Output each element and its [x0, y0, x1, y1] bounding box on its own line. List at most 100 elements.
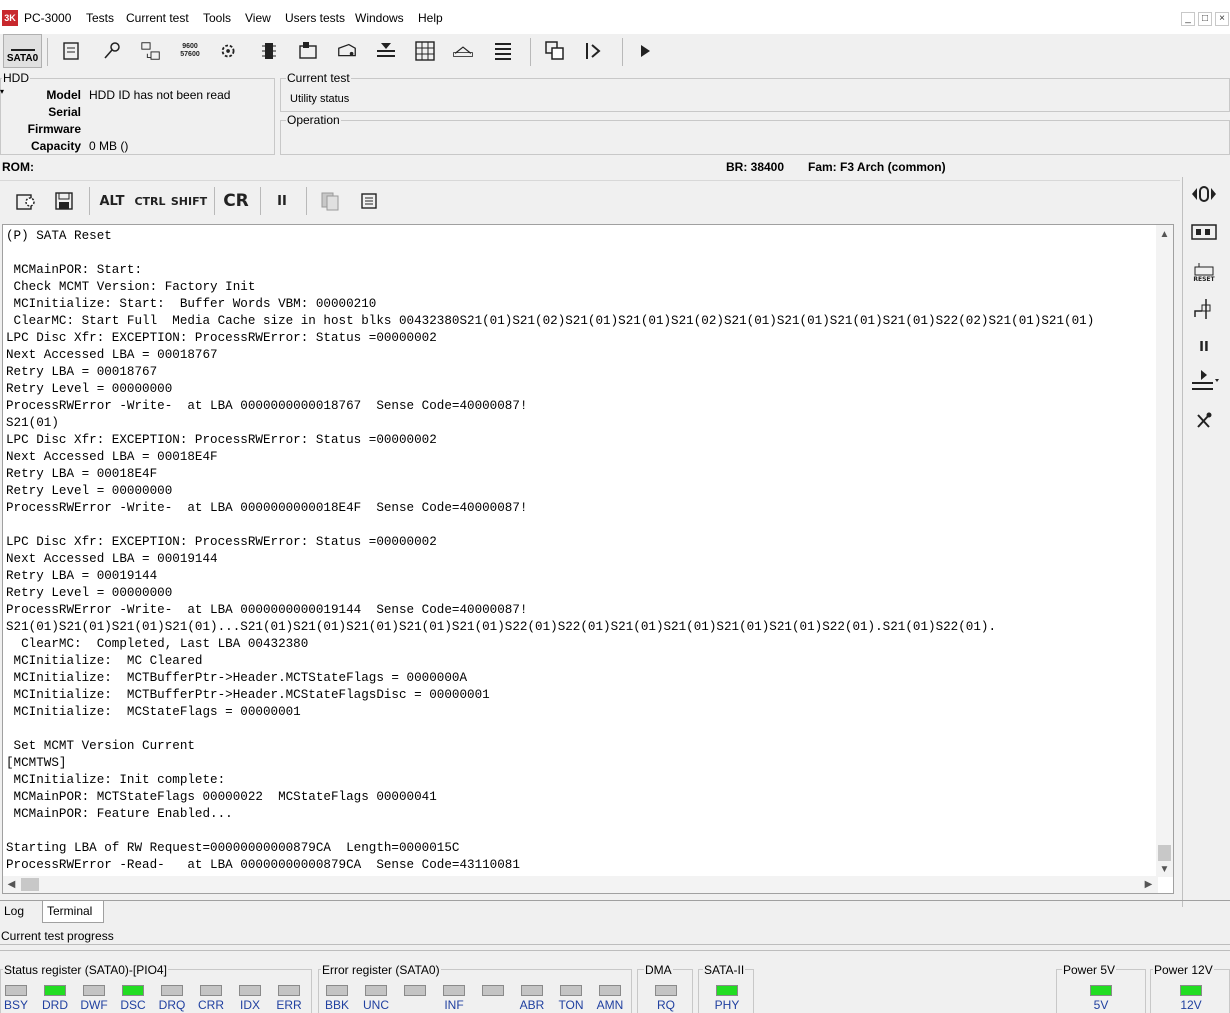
progress-bar — [0, 944, 1230, 951]
terminal-line: Set MCMT Version Current — [6, 739, 195, 753]
power-12v-panel: Power 12V 12V — [1150, 963, 1230, 1013]
menu-view[interactable]: View — [245, 11, 271, 25]
scroll-up-icon[interactable]: ▲ — [1157, 227, 1172, 242]
led-indicator — [521, 985, 543, 996]
terminal-line: MCInitialize: Init complete: — [6, 773, 226, 787]
terminal-line: Next Accessed LBA = 00019144 — [6, 552, 218, 566]
settings-transfer-icon[interactable] — [140, 40, 162, 62]
menu-windows[interactable]: Windows — [355, 11, 404, 25]
scroll-down-icon[interactable]: ▼ — [1157, 862, 1172, 877]
heads-icon[interactable] — [336, 40, 358, 62]
menu-tools[interactable]: Tools — [203, 11, 231, 25]
led-indicator — [716, 985, 738, 996]
alt-key-button[interactable]: ALT — [99, 190, 125, 212]
led-indicator — [161, 985, 183, 996]
terminal-line: Retry LBA = 00018E4F — [6, 467, 158, 481]
sata-power-icon[interactable] — [1189, 297, 1219, 321]
terminal-toolbar-separator — [89, 187, 90, 215]
menu-bar: 3K PC-3000 Tests Current test Tools View… — [0, 0, 1230, 34]
led-indicator — [239, 985, 261, 996]
terminal-line: MCMainPOR: Feature Enabled... — [6, 807, 233, 821]
terminal-line: Retry Level = 00000000 — [6, 586, 173, 600]
tab-log[interactable]: Log — [0, 901, 28, 923]
hdd-dropdown-icon[interactable]: ▾ — [0, 87, 4, 96]
terminal-text: (P) SATA Reset MCMainPOR: Start: Check M… — [6, 228, 1156, 874]
family-value: Fam: F3 Arch (common) — [808, 160, 946, 174]
terminal-line: LPC Disc Xfr: EXCEPTION: ProcessRWError:… — [6, 331, 437, 345]
ctrl-key-button[interactable]: CTRL — [134, 190, 166, 212]
capacity-value: 0 MB () — [89, 139, 129, 153]
terminal-line: MCMainPOR: MCTStateFlags 00000022 MCStat… — [6, 790, 437, 804]
terminal-line: MCInitialize: Start: Buffer Words VBM: 0… — [6, 297, 377, 311]
led-indicator — [599, 985, 621, 996]
terminal-line: S21(01) — [6, 416, 59, 430]
chip-icon[interactable] — [258, 40, 280, 62]
menu-help[interactable]: Help — [418, 11, 443, 25]
minimize-button[interactable]: _ — [1181, 12, 1195, 26]
grid-table-icon[interactable] — [414, 40, 436, 62]
terminal-settings-icon[interactable] — [14, 190, 38, 212]
user-test-icon[interactable] — [582, 40, 604, 62]
led-indicator — [44, 985, 66, 996]
vertical-scrollbar[interactable]: ▲ ▼ — [1156, 225, 1173, 877]
head-map-icon[interactable] — [375, 40, 397, 62]
passport-icon[interactable] — [60, 40, 82, 62]
copy-disabled-icon[interactable] — [318, 190, 342, 212]
led-label: DWF — [80, 998, 108, 1012]
app-logo-icon: 3K — [2, 10, 18, 26]
led-indicator — [83, 985, 105, 996]
scroll-right-icon[interactable]: ▶ — [1141, 877, 1156, 892]
led-label: DSC — [120, 998, 146, 1012]
copy-windows-icon[interactable] — [544, 40, 566, 62]
terminal-line: Retry Level = 00000000 — [6, 484, 173, 498]
terminal-toolbar-separator — [306, 187, 307, 215]
terminal-output[interactable]: (P) SATA Reset MCMainPOR: Start: Check M… — [2, 224, 1174, 894]
menu-users-tests[interactable]: Users tests — [285, 11, 345, 25]
led-label: INF — [444, 998, 464, 1012]
gear-tools-icon[interactable] — [218, 40, 240, 62]
power-toggle-icon[interactable] — [1189, 182, 1219, 206]
current-test-panel: Current test Utility status — [280, 71, 1230, 112]
horizontal-scroll-thumb[interactable] — [21, 878, 39, 891]
led-indicator — [1090, 985, 1112, 996]
play-icon[interactable] — [634, 40, 656, 62]
led-label: CRR — [198, 998, 224, 1012]
operation-title: Operation — [286, 113, 341, 127]
rom-icon[interactable] — [297, 40, 319, 62]
save-log-icon[interactable] — [52, 190, 76, 212]
vertical-scroll-thumb[interactable] — [1158, 845, 1171, 861]
dma-title: DMA — [644, 963, 673, 977]
key-icon[interactable] — [101, 40, 123, 62]
hdd-panel-title: HDD — [2, 71, 30, 85]
menu-current-test[interactable]: Current test — [126, 11, 189, 25]
led-label: AMN — [596, 998, 624, 1012]
menu-tests[interactable]: Tests — [86, 11, 114, 25]
pause-icon[interactable]: II — [1189, 335, 1219, 359]
tools-icon[interactable] — [1189, 409, 1219, 433]
terminal-line: ClearMC: Completed, Last LBA 00432380 — [6, 637, 309, 651]
model-value: HDD ID has not been read — [89, 88, 231, 102]
play-heads-icon[interactable] — [1189, 370, 1219, 394]
led-indicator — [122, 985, 144, 996]
terminal-line: ProcessRWError -Write- at LBA 0000000000… — [6, 603, 528, 617]
sata-interface-button[interactable]: SATA0 — [3, 34, 42, 68]
close-button[interactable]: × — [1215, 12, 1229, 26]
list-icon[interactable] — [492, 40, 514, 62]
utilities-icon[interactable] — [452, 40, 474, 62]
maximize-button[interactable]: □ — [1198, 12, 1212, 26]
led-indicator — [200, 985, 222, 996]
terminal-line: Retry LBA = 00019144 — [6, 569, 158, 583]
horizontal-scrollbar[interactable]: ◀ ▶ — [3, 876, 1158, 893]
scroll-left-icon[interactable]: ◀ — [4, 877, 19, 892]
pause-button[interactable]: II — [272, 190, 292, 212]
shift-key-button[interactable]: SHIFT — [171, 190, 207, 212]
reset-icon[interactable]: RESET — [1189, 257, 1219, 287]
tab-terminal[interactable]: Terminal — [42, 901, 104, 923]
baud-rate-icon[interactable]: 9600 57600 — [179, 40, 201, 62]
cr-key-button[interactable]: CR — [222, 190, 250, 212]
baud-rate-top: 9600 — [182, 43, 198, 50]
terminal-line: ClearMC: Start Full Media Cache size in … — [6, 314, 1095, 328]
print-icon[interactable] — [357, 190, 381, 212]
adapter-icon[interactable] — [1189, 220, 1219, 244]
